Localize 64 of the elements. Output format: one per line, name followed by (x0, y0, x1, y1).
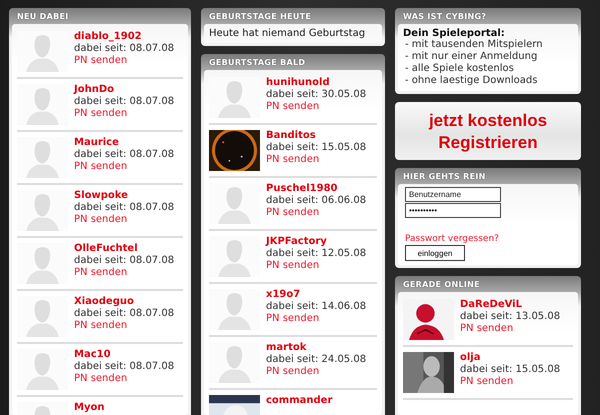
username-link[interactable]: commander (266, 395, 332, 407)
panel-title: WAS IST CYBING? (402, 11, 488, 23)
login-button[interactable]: einloggen (405, 245, 465, 261)
send-message-link[interactable]: PN senden (266, 207, 320, 219)
member-since: dabei seit: 08.07.08 (74, 43, 174, 55)
member-since: dabei seit: 24.05.08 (266, 354, 366, 366)
member-since: dabei seit: 06.06.08 (266, 195, 366, 207)
member-since: dabei seit: 15.05.08 (460, 364, 560, 376)
birthday-note: Heute hat niemand Geburtstag (209, 27, 366, 39)
username-link[interactable]: Slowpoke (74, 190, 128, 202)
member-since: dabei seit: 08.07.08 (74, 255, 174, 267)
feature-item: - alle Spiele kostenlos (404, 63, 515, 75)
username-link[interactable]: hunihunold (266, 77, 330, 89)
send-message-link[interactable]: PN senden (266, 313, 320, 325)
username-link[interactable]: diablo_1902 (74, 31, 142, 43)
send-message-link[interactable]: PN senden (74, 161, 128, 173)
username-link[interactable]: Mac10 (74, 349, 111, 361)
member-since: dabei seit: 08.07.08 (74, 361, 174, 373)
member-since: dabei seit: 15.05.08 (266, 142, 366, 154)
send-message-link[interactable]: PN senden (266, 101, 320, 113)
member-since: dabei seit: 08.07.08 (74, 149, 174, 161)
username-link[interactable]: JKPFactory (266, 236, 327, 248)
username-link[interactable]: Xiaodeguo (74, 296, 134, 308)
username-link[interactable]: Banditos (266, 130, 316, 142)
send-message-link[interactable]: PN senden (266, 366, 320, 378)
username-link[interactable]: martok (266, 342, 306, 354)
member-since: dabei seit: 13.05.08 (460, 311, 560, 323)
send-message-link[interactable]: PN senden (74, 108, 128, 120)
send-message-link[interactable]: PN senden (460, 323, 514, 335)
about-heading: Dein Spieleportal: (403, 27, 505, 39)
forgot-password-link[interactable]: Passwort vergessen? (405, 234, 573, 244)
panel-title: HIER GEHTS REIN (402, 171, 487, 183)
username-link[interactable]: Myon (74, 402, 104, 414)
panel-title: GEBURTSTAGE BALD (208, 57, 306, 69)
send-message-link[interactable]: PN senden (266, 260, 320, 272)
username-link[interactable]: JohnDo (74, 84, 114, 96)
register-button[interactable]: jetzt kostenlos Registrieren (395, 102, 581, 160)
send-message-link[interactable]: PN senden (74, 55, 128, 67)
username-link[interactable]: Maurice (74, 137, 119, 149)
username-link[interactable]: Puschel1980 (266, 183, 338, 195)
username-link[interactable]: x19o7 (266, 289, 300, 301)
member-since: dabei seit: 08.07.08 (74, 308, 174, 320)
send-message-link[interactable]: PN senden (74, 214, 128, 226)
username-link[interactable]: OlleFuchtel (74, 243, 138, 255)
feature-item: - mit tausenden Mitspielern (404, 39, 544, 51)
member-since: dabei seit: 12.05.08 (266, 248, 366, 260)
password-field[interactable]: •••••••••• (405, 203, 501, 218)
username-link[interactable]: DaReDeViL (460, 299, 522, 311)
username-field[interactable]: Benutzername (405, 187, 501, 202)
feature-item: - mit nur einer Anmeldung (404, 51, 538, 63)
send-message-link[interactable]: PN senden (74, 320, 128, 332)
member-since: dabei seit: 08.07.08 (74, 96, 174, 108)
member-since: dabei seit: 14.06.08 (266, 301, 366, 313)
panel-title: GERADE ONLINE (402, 279, 481, 291)
feature-item: - ohne laestige Downloads (404, 75, 538, 87)
send-message-link[interactable]: PN senden (460, 376, 514, 388)
send-message-link[interactable]: PN senden (74, 267, 128, 279)
username-link[interactable]: olja (460, 352, 480, 364)
member-since: dabei seit: 30.05.08 (266, 89, 366, 101)
member-since: dabei seit: 08.07.08 (74, 202, 174, 214)
panel-title: GEBURTSTAGE HEUTE (208, 11, 312, 23)
panel-title: NEU DABEI (16, 11, 70, 23)
send-message-link[interactable]: PN senden (266, 154, 320, 166)
send-message-link[interactable]: PN senden (74, 373, 128, 385)
